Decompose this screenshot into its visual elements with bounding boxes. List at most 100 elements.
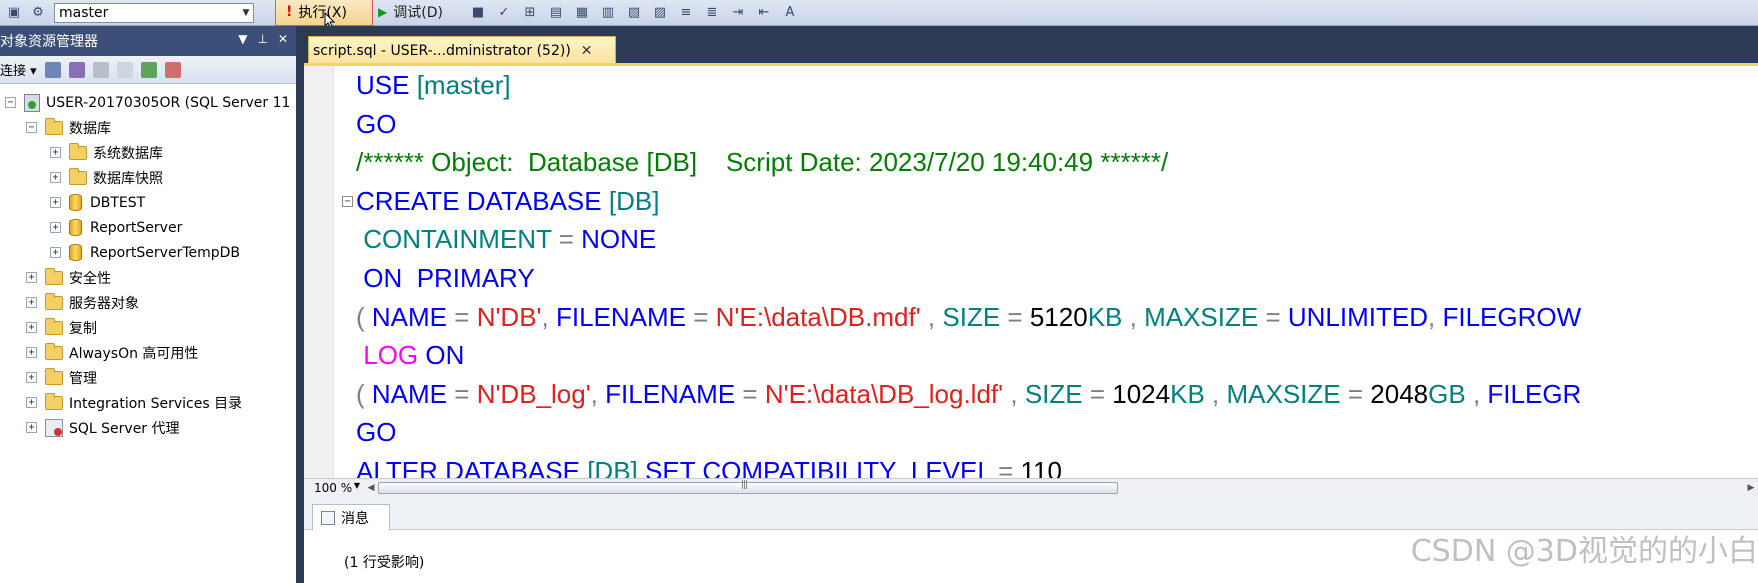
toolbar-button-1-icon[interactable]: ▣: [4, 3, 24, 23]
tree-label: SQL Server 代理: [69, 420, 180, 437]
database-icon: [69, 194, 82, 211]
expand-icon[interactable]: +: [26, 372, 37, 383]
results-grid-icon[interactable]: ▧: [624, 2, 644, 22]
chevron-down-icon: ▼: [242, 7, 250, 18]
tree-node-databases[interactable]: − 数据库: [0, 115, 296, 140]
tree-node-replication[interactable]: + 复制: [0, 315, 296, 340]
refresh-icon[interactable]: [140, 61, 157, 78]
close-icon[interactable]: ✕: [581, 43, 593, 59]
indent-icon[interactable]: ⇥: [728, 2, 748, 22]
parse-check-icon[interactable]: ✓: [494, 2, 514, 22]
activity-monitor-icon[interactable]: [164, 61, 181, 78]
tree-node-snapshots[interactable]: + 数据库快照: [0, 165, 296, 190]
panel-menu-icon[interactable]: ▼: [238, 32, 247, 46]
editor-tabstrip: script.sql - USER-...dministrator (52)) …: [304, 26, 1758, 64]
object-explorer-header: 对象资源管理器 ▼ ⊥ ✕: [0, 26, 296, 56]
server-label: USER-20170305OR (SQL Server 11: [46, 94, 291, 111]
object-tree: − USER-20170305OR (SQL Server 11 − 数据库 +…: [0, 84, 296, 440]
database-icon: [69, 244, 82, 261]
messages-tab-label: 消息: [341, 510, 369, 527]
outdent-icon[interactable]: ⇤: [754, 2, 774, 22]
zoom-select[interactable]: 100 % ▼: [304, 481, 364, 495]
message-icon: [321, 510, 335, 525]
tree-node-alwayson[interactable]: + AlwaysOn 高可用性: [0, 340, 296, 365]
scrollbar-thumb[interactable]: [378, 480, 1118, 494]
tree-label: 安全性: [69, 270, 111, 287]
debug-button[interactable]: ▶ 调试(D): [378, 0, 443, 24]
expand-icon[interactable]: +: [50, 197, 61, 208]
tree-label: ReportServerTempDB: [90, 244, 241, 261]
expand-icon[interactable]: +: [50, 222, 61, 233]
expand-icon[interactable]: +: [50, 147, 61, 158]
connect-icon[interactable]: [44, 61, 61, 78]
agent-icon: [45, 418, 63, 437]
tab-messages[interactable]: 消息: [312, 504, 390, 530]
tree-node-agent[interactable]: + SQL Server 代理: [0, 415, 296, 440]
collapse-icon[interactable]: −: [5, 97, 16, 108]
main-toolbar: ▣ ⚙ master ▼: [0, 0, 1758, 26]
tree-node-integration-services[interactable]: + Integration Services 目录: [0, 390, 296, 415]
folder-icon: [45, 292, 63, 310]
folder-icon: [45, 392, 63, 410]
code-editor[interactable]: USE [master] GO /****** Object: Database […: [304, 66, 1758, 478]
tree-node-server-objects[interactable]: + 服务器对象: [0, 290, 296, 315]
code-line: LOG ON: [363, 340, 465, 371]
fold-collapse-icon[interactable]: −: [342, 195, 353, 207]
tree-label: Integration Services 目录: [69, 395, 243, 412]
specify-values-icon[interactable]: A: [780, 2, 800, 22]
disconnect-icon[interactable]: [68, 61, 85, 78]
query-options-icon[interactable]: ▤: [546, 2, 566, 22]
code-line: USE [master]: [356, 70, 511, 100]
scrollbar-track[interactable]: [378, 480, 1744, 495]
expand-icon[interactable]: +: [26, 297, 37, 308]
plan-icon[interactable]: ⊞: [520, 2, 540, 22]
execute-label: 执行(X): [298, 5, 347, 21]
tree-node-reportservertempdb[interactable]: + ReportServerTempDB: [0, 240, 296, 265]
connect-button[interactable]: 连接 ▾: [0, 60, 37, 79]
expand-icon[interactable]: +: [50, 172, 61, 183]
expand-icon[interactable]: +: [50, 247, 61, 258]
intellisense-icon[interactable]: ▦: [572, 2, 592, 22]
expand-icon[interactable]: +: [26, 347, 37, 358]
tree-node-security[interactable]: + 安全性: [0, 265, 296, 290]
tab-script-sql[interactable]: script.sql - USER-...dministrator (52)) …: [308, 36, 616, 64]
tree-node-dbtest[interactable]: + DBTEST: [0, 190, 296, 215]
debug-label: 调试(D): [393, 5, 443, 21]
result-message: (1 行受影响): [344, 555, 425, 571]
tree-node-server[interactable]: − USER-20170305OR (SQL Server 11: [0, 90, 296, 115]
stop-icon[interactable]: [92, 61, 109, 78]
chevron-down-icon: ▼: [353, 480, 360, 490]
tree-label: 管理: [69, 370, 97, 387]
tree-label: ReportServer: [90, 219, 183, 236]
object-explorer-title: 对象资源管理器: [0, 34, 98, 50]
results-file-icon[interactable]: ▨: [650, 2, 670, 22]
uncomment-icon[interactable]: ≣: [702, 2, 722, 22]
filter-icon[interactable]: [116, 61, 133, 78]
expand-icon[interactable]: +: [26, 322, 37, 333]
folder-icon: [45, 367, 63, 385]
tree-node-system-databases[interactable]: + 系统数据库: [0, 140, 296, 165]
editor-gutter: [304, 66, 334, 478]
tree-node-management[interactable]: + 管理: [0, 365, 296, 390]
pin-icon[interactable]: ⊥: [257, 32, 267, 46]
folder-icon: [45, 117, 63, 135]
toolbar-button-2-icon[interactable]: ⚙: [28, 3, 48, 23]
scroll-right-icon[interactable]: ▶: [1744, 483, 1758, 493]
code-line: /****** Object: Database [DB] Script Dat…: [356, 147, 1169, 178]
server-icon: [24, 93, 40, 112]
tree-label: DBTEST: [90, 194, 146, 211]
results-text-icon[interactable]: ▥: [598, 2, 618, 22]
expand-icon[interactable]: +: [26, 422, 37, 433]
collapse-icon[interactable]: −: [26, 122, 37, 133]
scroll-left-icon[interactable]: ◀: [364, 483, 378, 493]
stop-icon[interactable]: ■: [468, 2, 488, 22]
execute-icon: !: [286, 4, 293, 20]
comment-icon[interactable]: ≡: [676, 2, 696, 22]
database-select[interactable]: master ▼: [54, 2, 254, 23]
results-pane: 消息 (1 行受影响) CSDN @3D视觉的的小白: [304, 496, 1758, 583]
code-line: ALTER DATABASE [DB] SET COMPATIBILITY_LE…: [356, 455, 1062, 478]
expand-icon[interactable]: +: [26, 272, 37, 283]
tree-node-reportserver[interactable]: + ReportServer: [0, 215, 296, 240]
close-icon[interactable]: ✕: [278, 32, 288, 46]
expand-icon[interactable]: +: [26, 397, 37, 408]
